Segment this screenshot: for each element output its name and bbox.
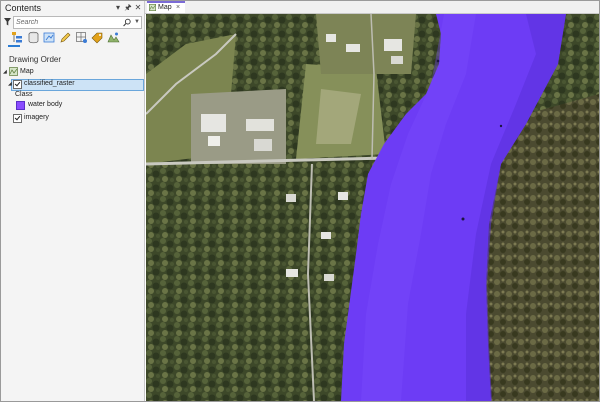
map-icon bbox=[149, 4, 156, 11]
legend-item-water-body[interactable]: water body bbox=[1, 99, 144, 111]
map-imagery bbox=[146, 14, 599, 401]
close-tab-icon[interactable]: × bbox=[176, 3, 180, 12]
list-by-labeling-icon[interactable] bbox=[91, 31, 104, 44]
checkbox-imagery[interactable] bbox=[13, 114, 22, 123]
water-body-swatch[interactable] bbox=[16, 101, 25, 110]
building bbox=[201, 114, 226, 132]
active-tool-indicator bbox=[8, 45, 20, 47]
tab-map-label: Map bbox=[158, 4, 172, 11]
layer-imagery[interactable]: imagery bbox=[1, 112, 144, 124]
search-box: ▼ bbox=[13, 16, 142, 29]
map-tree-item[interactable]: ◢ Map bbox=[1, 66, 144, 78]
drawing-order-heading: Drawing Order bbox=[9, 55, 62, 64]
building bbox=[346, 44, 360, 52]
filter-icon[interactable] bbox=[4, 18, 11, 26]
building bbox=[286, 269, 298, 277]
building bbox=[321, 232, 331, 239]
building bbox=[246, 119, 274, 131]
boat bbox=[499, 124, 503, 128]
expand-caret-icon[interactable]: ◢ bbox=[3, 66, 7, 78]
map-tab-bar: Map × bbox=[145, 1, 599, 14]
search-options-chevron-down-icon[interactable]: ▼ bbox=[133, 18, 141, 27]
building bbox=[254, 139, 272, 151]
building bbox=[384, 39, 402, 51]
legend-label-water-body: water body bbox=[28, 101, 63, 108]
list-by-drawing-order-icon[interactable] bbox=[11, 31, 24, 44]
list-by-editing-icon[interactable] bbox=[59, 31, 72, 44]
contents-pane: Contents ▾ 🖈︎ ✕ ▼ bbox=[1, 1, 145, 401]
expand-caret-icon[interactable]: ◢ bbox=[8, 78, 12, 90]
building bbox=[338, 192, 348, 200]
map-canvas[interactable] bbox=[146, 14, 599, 401]
search-input[interactable] bbox=[16, 17, 120, 28]
building bbox=[286, 194, 296, 202]
search-icon[interactable] bbox=[123, 18, 131, 27]
boat bbox=[461, 217, 465, 221]
building bbox=[208, 136, 220, 146]
list-by-data-source-icon[interactable] bbox=[27, 31, 40, 44]
chevron-down-icon[interactable]: ▾ bbox=[113, 2, 123, 13]
close-icon[interactable]: ✕ bbox=[133, 2, 143, 13]
pin-icon[interactable]: 🖈︎ bbox=[123, 2, 133, 13]
contents-title: Contents bbox=[5, 3, 42, 13]
list-by-perspective-imagery-icon[interactable] bbox=[107, 31, 120, 44]
map-label: Map bbox=[20, 68, 34, 75]
boat bbox=[436, 59, 440, 63]
building bbox=[324, 274, 334, 281]
tab-map[interactable]: Map × bbox=[147, 1, 185, 13]
app-window: Contents ▾ 🖈︎ ✕ ▼ bbox=[0, 0, 600, 402]
building bbox=[326, 34, 336, 42]
list-by-snapping-icon[interactable] bbox=[75, 31, 88, 44]
contents-header: Contents ▾ 🖈︎ ✕ bbox=[1, 1, 144, 15]
list-by-selection-icon[interactable] bbox=[43, 31, 56, 44]
checkbox-classified-raster[interactable] bbox=[13, 80, 22, 89]
building bbox=[391, 56, 403, 64]
map-icon bbox=[9, 67, 18, 76]
contents-toolbar bbox=[7, 31, 141, 45]
layer-label-imagery: imagery bbox=[24, 114, 49, 121]
